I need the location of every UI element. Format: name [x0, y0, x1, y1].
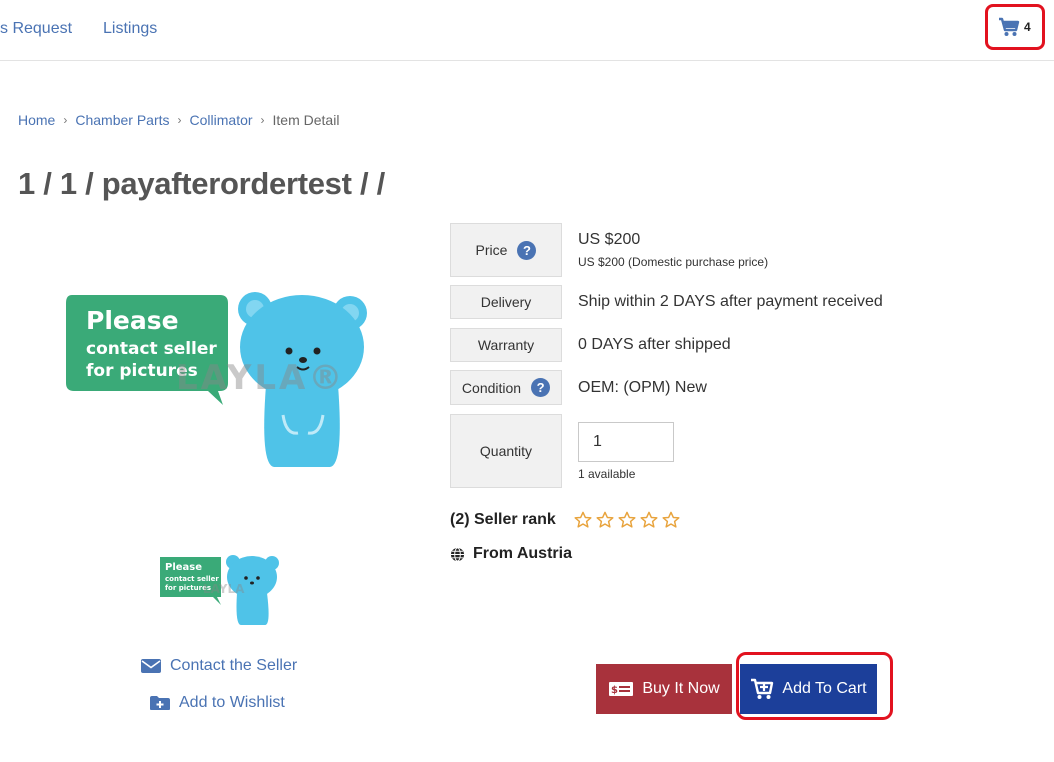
breadcrumb-collimator[interactable]: Collimator	[190, 112, 253, 128]
nav-link-request[interactable]: s Request	[0, 20, 72, 38]
shopping-cart-icon	[999, 17, 1020, 36]
money-bill-icon: $	[609, 682, 634, 696]
quantity-label-cell: Quantity	[450, 414, 562, 488]
image-text-line2: contact seller	[86, 339, 217, 359]
cart-button[interactable]: 4	[985, 4, 1045, 50]
globe-icon	[450, 546, 465, 562]
seller-rank-stars	[574, 511, 680, 529]
delivery-label-cell: Delivery	[450, 285, 562, 319]
breadcrumb-home[interactable]: Home	[18, 112, 55, 128]
warranty-value: 0 DAYS after shipped	[578, 336, 731, 353]
breadcrumb: Home › Chamber Parts › Collimator › Item…	[18, 112, 339, 128]
delivery-value: Ship within 2 DAYS after payment receive…	[578, 293, 883, 310]
delivery-label: Delivery	[480, 294, 532, 310]
chevron-right-icon: ›	[260, 113, 265, 127]
thumb-watermark: LAYLA	[203, 582, 245, 596]
question-circle-icon[interactable]: ?	[531, 378, 551, 397]
star-outline-icon	[662, 511, 680, 528]
seller-location-row: From Austria	[450, 545, 572, 563]
quantity-available: 1 available	[578, 467, 636, 481]
star-outline-icon	[640, 511, 658, 528]
cart-plus-icon	[751, 678, 774, 699]
seller-rank-label: (2) Seller rank	[450, 511, 556, 528]
chevron-right-icon: ›	[177, 113, 182, 127]
add-to-cart-label: Add To Cart	[782, 680, 867, 697]
buy-it-now-button[interactable]: $ Buy It Now	[596, 664, 732, 714]
condition-label-cell: Condition ?	[450, 370, 562, 405]
question-circle-icon[interactable]: ?	[517, 240, 537, 260]
folder-plus-icon	[150, 696, 170, 710]
price-label-cell: Price ?	[450, 223, 562, 277]
warranty-label-cell: Warranty	[450, 328, 562, 362]
quantity-input[interactable]	[578, 422, 674, 462]
cart-count-badge: 4	[1024, 20, 1031, 34]
envelope-icon	[141, 659, 161, 673]
add-to-cart-button[interactable]: Add To Cart	[740, 664, 877, 714]
condition-label: Condition	[461, 379, 522, 396]
breadcrumb-item-detail: Item Detail	[272, 112, 340, 128]
contact-seller-label: Contact the Seller	[170, 657, 298, 674]
thumb-text-line1: Please	[165, 562, 202, 573]
image-text-line1: Please	[86, 306, 179, 335]
breadcrumb-chamber-parts[interactable]: Chamber Parts	[75, 112, 169, 128]
image-watermark: LAYLA®	[176, 358, 345, 398]
star-outline-icon	[596, 511, 614, 528]
price-label: Price	[475, 242, 508, 258]
contact-seller-link[interactable]: Contact the Seller	[140, 657, 297, 675]
svg-text:$: $	[611, 685, 618, 696]
product-thumbnail[interactable]: Please contact seller for pictures LAYLA	[155, 553, 281, 627]
add-to-wishlist-label: Add to Wishlist	[179, 694, 285, 711]
add-to-wishlist-link[interactable]: Add to Wishlist	[149, 694, 285, 712]
price-domestic: US $200 (Domestic purchase price)	[578, 255, 769, 269]
product-main-image[interactable]: Please contact seller for pictures LAYLA…	[58, 285, 378, 475]
warranty-label: Warranty	[477, 337, 535, 353]
star-outline-icon	[618, 511, 636, 528]
buy-it-now-label: Buy It Now	[642, 680, 720, 697]
seller-rank-row: (2) Seller rank	[450, 511, 680, 529]
condition-value: OEM: (OPM) New	[578, 379, 707, 396]
top-navigation: s Request Listings 4	[0, 0, 1054, 61]
star-outline-icon	[574, 511, 592, 528]
price-value: US $200	[578, 231, 641, 248]
seller-location: From Austria	[473, 545, 572, 562]
chevron-right-icon: ›	[63, 113, 68, 127]
quantity-label: Quantity	[479, 443, 533, 459]
nav-link-listings[interactable]: Listings	[103, 20, 157, 38]
page-title: 1 / 1 / payafterordertest / /	[18, 166, 385, 201]
